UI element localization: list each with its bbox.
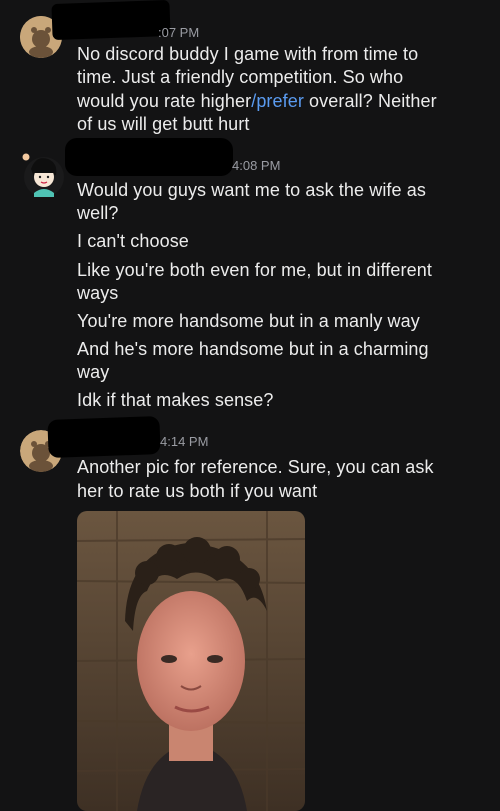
message-line: And he's more handsome but in a charming xyxy=(77,339,429,359)
user-avatar-icon[interactable] xyxy=(22,151,66,197)
message-line: No discord buddy I game with from time t… xyxy=(77,44,419,64)
redacted-username xyxy=(47,416,161,458)
message-line: way xyxy=(77,362,110,382)
message-link[interactable]: /prefer xyxy=(251,91,304,111)
message-line: Would you guys want me to ask the wife a… xyxy=(77,180,426,200)
message-line: You're more handsome but in a manly way xyxy=(77,311,420,331)
attached-photo[interactable] xyxy=(77,511,305,811)
message-line: well? xyxy=(77,203,119,223)
message-timestamp: 4:08 PM xyxy=(232,158,281,173)
redacted-username xyxy=(65,138,233,176)
message-timestamp: 4:14 PM xyxy=(160,434,209,449)
message-line: time. Just a friendly competition. So wh… xyxy=(77,67,404,87)
message-line: would you rate higher/prefer overall? Ne… xyxy=(77,90,487,112)
message-line: of us will get butt hurt xyxy=(77,114,250,134)
message-line: Like you're both even for me, but in dif… xyxy=(77,260,432,280)
redacted-username xyxy=(51,0,171,41)
message-text: would you rate higher xyxy=(77,91,252,111)
message-line: her to rate us both if you want xyxy=(77,481,318,501)
photo-image xyxy=(77,511,305,811)
message-line: Idk if that makes sense? xyxy=(77,390,274,410)
message-line: I can't choose xyxy=(77,231,189,251)
message-line: ways xyxy=(77,283,119,303)
message-text: overall? Neither xyxy=(303,91,437,111)
message-timestamp: :07 PM xyxy=(158,25,200,40)
message-line: Another pic for reference. Sure, you can… xyxy=(77,457,434,477)
